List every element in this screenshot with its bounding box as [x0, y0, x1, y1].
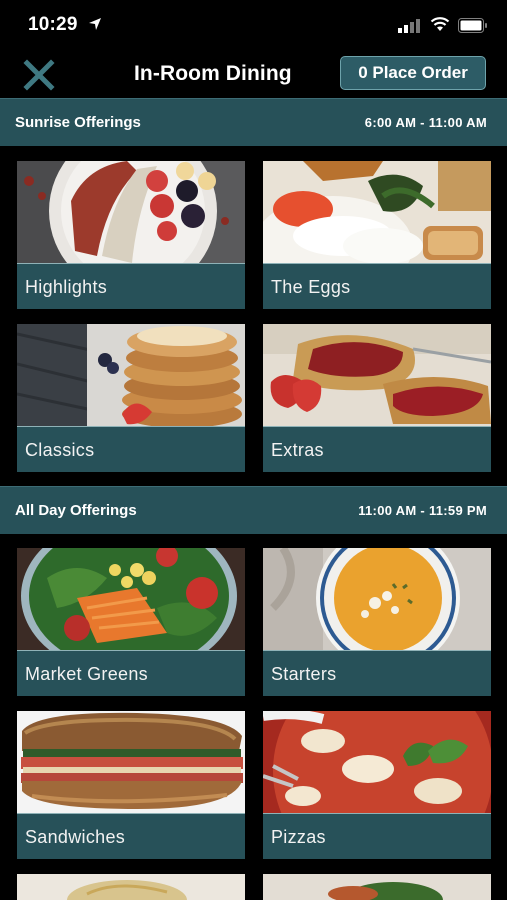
tile-label: The Eggs — [271, 277, 351, 297]
location-arrow-icon — [89, 18, 101, 30]
menu-tile-highlights[interactable]: Highlights — [17, 161, 245, 309]
menu-tile-partial-left[interactable] — [17, 874, 245, 900]
menu-tile-starters[interactable]: Starters — [263, 548, 491, 696]
tile-label-bar: Pizzas — [263, 813, 491, 859]
close-icon[interactable] — [22, 58, 56, 92]
tile-label: Extras — [271, 440, 324, 460]
tile-label-bar: Starters — [263, 650, 491, 696]
pizza-image — [263, 711, 491, 813]
menu-tile-extras[interactable]: Extras — [263, 324, 491, 472]
nav-bar: In-Room Dining 0 Place Order — [0, 52, 507, 98]
tile-label-bar: Highlights — [17, 263, 245, 309]
tile-label: Highlights — [25, 277, 108, 297]
battery-icon — [458, 18, 487, 33]
section-hours: 11:00 AM - 11:59 PM — [358, 503, 487, 518]
tile-label: Pizzas — [271, 827, 326, 847]
menu-tile-classics[interactable]: Classics — [17, 324, 245, 472]
wifi-icon — [430, 17, 450, 31]
tile-label-bar: Classics — [17, 426, 245, 472]
tile-label: Classics — [25, 440, 95, 460]
sandwich-image — [17, 711, 245, 813]
salad-bowl-image — [17, 548, 245, 650]
page-title: In-Room Dining — [134, 62, 292, 85]
pasta-image — [17, 874, 245, 900]
toast-with-jam-image — [263, 324, 491, 426]
tile-label: Starters — [271, 664, 337, 684]
acai-bowl-image — [17, 161, 245, 263]
tile-label-bar: Market Greens — [17, 650, 245, 696]
plated-dish-image — [263, 874, 491, 900]
tile-label: Sandwiches — [25, 827, 126, 847]
section-header-all-day: All Day Offerings 11:00 AM - 11:59 PM — [0, 486, 507, 534]
tile-label-bar: Sandwiches — [17, 813, 245, 859]
place-order-button[interactable]: 0 Place Order — [340, 56, 486, 90]
menu-tile-sandwiches[interactable]: Sandwiches — [17, 711, 245, 859]
pancake-stack-image — [17, 324, 245, 426]
status-time: 10:29 — [28, 14, 78, 35]
tile-label: Market Greens — [25, 664, 148, 684]
tile-label-bar: The Eggs — [263, 263, 491, 309]
eggs-breakfast-plate-image — [263, 161, 491, 263]
cellular-signal-icon — [398, 19, 420, 33]
menu-tile-pizzas[interactable]: Pizzas — [263, 711, 491, 859]
menu-tile-partial-right[interactable] — [263, 874, 491, 900]
status-bar: 10:29 — [0, 0, 507, 50]
menu-tile-the-eggs[interactable]: The Eggs — [263, 161, 491, 309]
section-title: All Day Offerings — [15, 502, 137, 519]
menu-tile-market-greens[interactable]: Market Greens — [17, 548, 245, 696]
soup-bowl-image — [263, 548, 491, 650]
tile-label-bar: Extras — [263, 426, 491, 472]
section-hours: 6:00 AM - 11:00 AM — [364, 115, 487, 130]
section-title: Sunrise Offerings — [15, 114, 141, 131]
section-header-sunrise: Sunrise Offerings 6:00 AM - 11:00 AM — [0, 98, 507, 146]
